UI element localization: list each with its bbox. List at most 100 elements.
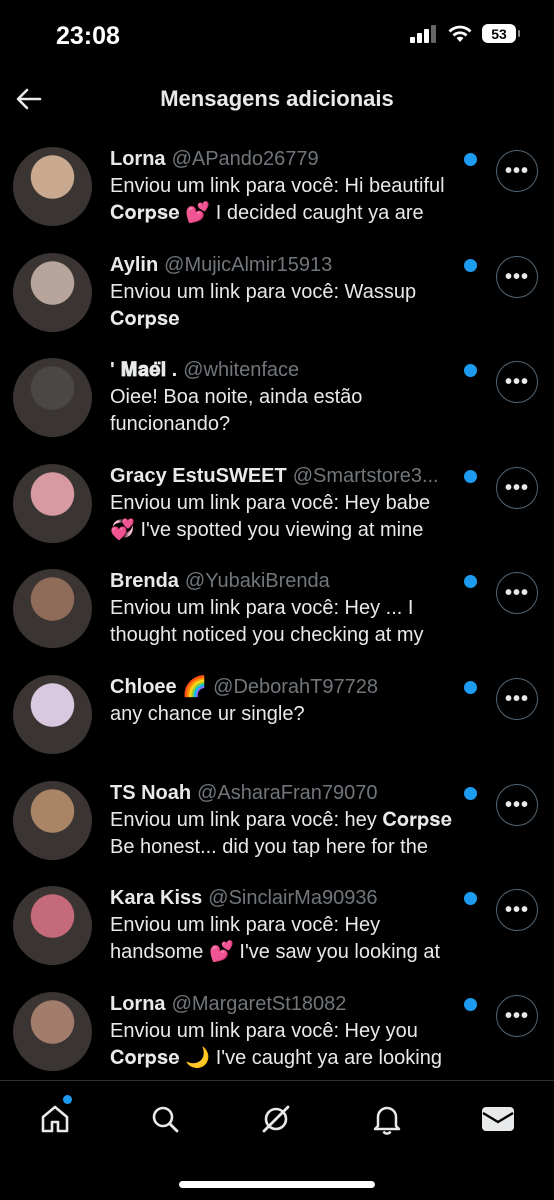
sender-handle: @MargaretSt18082 [171, 992, 347, 1015]
sender-handle: @whitenface [183, 359, 300, 382]
more-icon: ••• [504, 1004, 529, 1027]
more-options-button[interactable]: ••• [496, 255, 538, 298]
home-icon [41, 1105, 69, 1133]
sender-line: TS Noah @AsharaFran79070 [110, 780, 455, 807]
conversation-row[interactable]: Chloee 🌈 @DeborahT97728 any chance ur sin… [0, 662, 554, 768]
sender-handle: @SinclairMa90936 [208, 887, 378, 910]
message-preview: Enviou um link para você: Hey handsome 💕… [110, 914, 441, 964]
avatar[interactable] [13, 780, 92, 860]
sender-name: Kara Kiss [110, 887, 203, 910]
more-icon: ••• [504, 476, 529, 499]
unread-dot [464, 997, 477, 1011]
message-request-list: Lorna @APando26779 Enviou um link para vo… [0, 134, 554, 1084]
conversation-row[interactable]: Aylin @MujicAlmir15913 Enviou um link par… [0, 240, 554, 346]
status-bar: 23:08 53 [0, 0, 554, 74]
more-options-button[interactable]: ••• [496, 361, 538, 404]
sender-name: TS Noah [110, 781, 192, 804]
more-options-button[interactable]: ••• [496, 677, 538, 720]
conversation-row[interactable]: Gracy EstuSWEET @Smartstore3... Enviou um… [0, 451, 554, 557]
message-preview: Enviou um link para você: Hey you 𝐂𝐨𝐫𝐩𝐬𝐞… [110, 1019, 442, 1069]
sender-name: Aylin [110, 253, 159, 276]
sender-handle: @DeborahT97728 [213, 675, 378, 698]
unread-dot [464, 680, 477, 694]
conversation-content: Lorna @APando26779 Enviou um link para vo… [110, 146, 455, 227]
sender-line: Lorna @APando26779 [110, 146, 455, 173]
message-preview: Enviou um link para você: Hi beautiful 𝐂… [110, 175, 445, 224]
more-options-button[interactable]: ••• [496, 572, 538, 615]
unread-dot [464, 258, 477, 272]
more-options-button[interactable]: ••• [496, 783, 538, 826]
avatar[interactable] [13, 358, 92, 438]
conversation-content: Brenda @YubakiBrenda Enviou um link para … [110, 568, 455, 649]
avatar[interactable] [13, 147, 92, 226]
bell-icon [373, 1106, 401, 1135]
sender-handle: @YubakiBrenda [184, 570, 330, 593]
sender-name: Lorna [110, 992, 166, 1015]
avatar[interactable] [13, 252, 92, 332]
message-preview: Enviou um link para você: Hey ... I thou… [110, 597, 424, 647]
more-icon: ••• [504, 371, 529, 394]
more-icon: ••• [504, 582, 529, 605]
sender-line: Kara Kiss @SinclairMa90936 [110, 885, 455, 912]
sender-handle: @APando26779 [171, 148, 319, 170]
conversation-row[interactable]: TS Noah @AsharaFran79070 Enviou um link p… [0, 768, 554, 874]
message-preview: Enviou um link para você: Hey babe 💞 I'v… [110, 491, 431, 541]
message-preview: Enviou um link para você: Wassup 𝐂𝐨𝐫𝐩𝐬𝐞 [110, 280, 417, 330]
avatar[interactable] [13, 991, 92, 1071]
conversation-row[interactable]: ' 𝐌𝐚𝐞̈𝐥 . @whitenface Oiee! Boa noite, ai… [0, 345, 554, 451]
avatar[interactable] [13, 463, 92, 543]
sender-name: Lorna [110, 148, 166, 170]
wifi-icon [448, 25, 472, 42]
sender-handle: @AsharaFran79070 [197, 781, 378, 804]
tab-grok[interactable] [256, 1099, 296, 1139]
more-icon: ••• [504, 687, 529, 710]
conversation-content: Lorna @MargaretSt18082 Enviou um link par… [110, 991, 455, 1072]
conversation-row[interactable]: Lorna @MargaretSt18082 Enviou um link par… [0, 979, 554, 1085]
sender-line: Lorna @MargaretSt18082 [110, 991, 455, 1018]
header: Mensagens adicionais [0, 74, 554, 124]
sender-line: Gracy EstuSWEET @Smartstore3... [110, 463, 455, 490]
conversation-content: ' 𝐌𝐚𝐞̈𝐥 . @whitenface Oiee! Boa noite, ai… [110, 357, 455, 438]
message-preview: Oiee! Boa noite, ainda estão funcionando… [110, 386, 363, 436]
conversation-row[interactable]: Brenda @YubakiBrenda Enviou um link para … [0, 556, 554, 662]
tab-search[interactable] [145, 1099, 185, 1139]
unread-dot [464, 469, 477, 483]
search-icon [152, 1106, 179, 1133]
sender-line: ' 𝐌𝐚𝐞̈𝐥 . @whitenface [110, 357, 455, 384]
more-options-button[interactable]: ••• [496, 466, 538, 509]
conversation-content: Aylin @MujicAlmir15913 Enviou um link par… [110, 252, 455, 333]
tab-messages[interactable] [478, 1099, 518, 1139]
home-notification-dot [63, 1095, 72, 1104]
more-icon: ••• [504, 793, 529, 816]
avatar[interactable] [13, 674, 92, 754]
more-options-button[interactable]: ••• [496, 994, 538, 1037]
sender-name: Gracy EstuSWEET [110, 464, 287, 487]
conversation-row[interactable]: Lorna @APando26779 Enviou um link para vo… [0, 134, 554, 240]
tab-home[interactable] [35, 1099, 75, 1139]
home-indicator [179, 1181, 375, 1188]
signal-icon [410, 24, 436, 43]
message-preview: Enviou um link para você: hey 𝐂𝐨𝐫𝐩𝐬𝐞 Be … [110, 808, 453, 858]
avatar[interactable] [13, 886, 92, 966]
more-options-button[interactable]: ••• [496, 889, 538, 932]
tab-notifications[interactable] [367, 1099, 407, 1139]
more-options-button[interactable]: ••• [496, 150, 538, 192]
sender-line: Chloee 🌈 @DeborahT97728 [110, 674, 455, 701]
unread-dot [464, 786, 477, 800]
page-title: Mensagens adicionais [160, 86, 394, 111]
unread-dot [464, 364, 477, 378]
status-icons: 53 [410, 24, 520, 43]
avatar[interactable] [13, 569, 92, 649]
envelope-icon [482, 1107, 514, 1131]
sender-name: Brenda [110, 570, 179, 593]
unread-dot [464, 892, 477, 906]
more-icon: ••• [504, 265, 529, 288]
sender-name: ' 𝐌𝐚𝐞̈𝐥 . [110, 359, 178, 382]
message-preview: any chance ur single? [110, 702, 305, 725]
unread-dot [464, 153, 477, 166]
conversation-row[interactable]: Kara Kiss @SinclairMa90936 Enviou um link… [0, 873, 554, 979]
status-time: 23:08 [56, 22, 120, 50]
sender-handle: @Smartstore3... [292, 464, 439, 487]
conversation-content: TS Noah @AsharaFran79070 Enviou um link p… [110, 780, 455, 861]
unread-dot [464, 575, 477, 589]
